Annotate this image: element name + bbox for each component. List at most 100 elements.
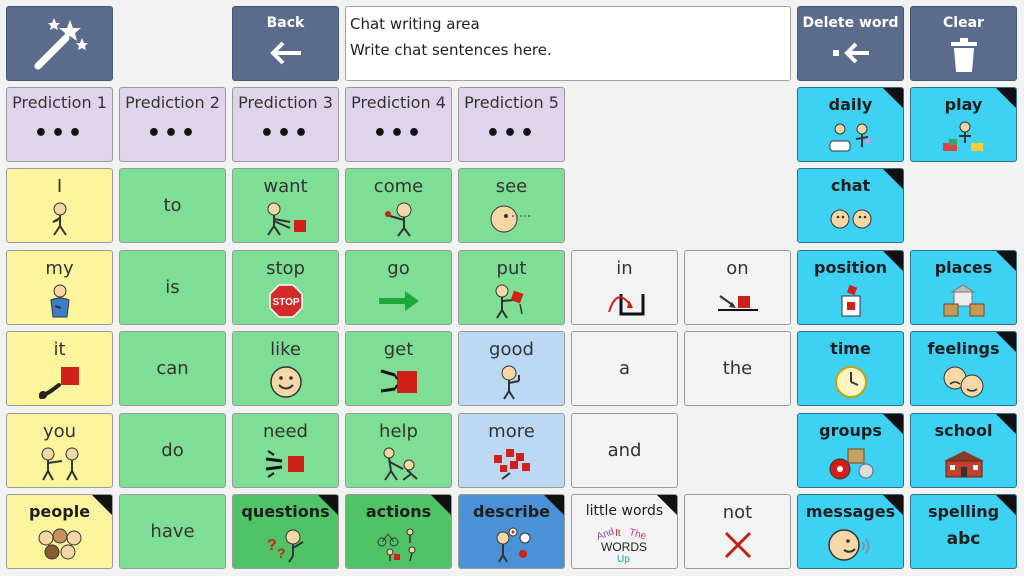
- word-my[interactable]: my: [6, 250, 113, 325]
- word-see[interactable]: see: [458, 168, 565, 243]
- category-feelings[interactable]: feelings: [910, 331, 1017, 406]
- see-icon: [490, 205, 532, 233]
- come-icon: [384, 202, 411, 237]
- smiley-face-icon: [269, 366, 302, 398]
- category-messages[interactable]: messages: [797, 494, 904, 569]
- clear-button[interactable]: Clear: [910, 6, 1017, 81]
- category-daily[interactable]: daily: [797, 87, 904, 162]
- word-need[interactable]: need: [232, 413, 339, 488]
- word-come[interactable]: come: [345, 168, 452, 243]
- describe-icon: [496, 527, 530, 563]
- prediction-1[interactable]: Prediction 1 •••: [6, 87, 113, 162]
- word-i[interactable]: I: [6, 168, 113, 243]
- category-label: school: [934, 421, 993, 440]
- folder-corner: [996, 251, 1016, 271]
- back-button[interactable]: Back: [232, 6, 339, 81]
- chat-area-hint: Write chat sentences here.: [350, 41, 552, 59]
- category-label: feelings: [927, 339, 1000, 358]
- word-more[interactable]: more: [458, 413, 565, 488]
- word-like[interactable]: like: [232, 331, 339, 406]
- help-icon: [383, 447, 418, 481]
- category-position[interactable]: position: [797, 250, 904, 325]
- word-put[interactable]: put: [458, 250, 565, 325]
- word-the[interactable]: the: [684, 331, 791, 406]
- category-spelling[interactable]: spelling abc: [910, 494, 1017, 569]
- word-stop[interactable]: stop STOP: [232, 250, 339, 325]
- category-label: messages: [805, 502, 896, 521]
- word-can[interactable]: can: [119, 331, 226, 406]
- word-not[interactable]: not: [684, 494, 791, 569]
- word-you[interactable]: you: [6, 413, 113, 488]
- category-groups[interactable]: groups: [797, 413, 904, 488]
- cross-icon: [724, 531, 751, 559]
- category-places[interactable]: places: [910, 250, 1017, 325]
- word-label: is: [165, 276, 180, 298]
- play-icon: [942, 121, 983, 151]
- category-label: position: [814, 258, 887, 277]
- folder-corner: [431, 495, 451, 515]
- folder-little-words[interactable]: little words And It The WORDS Up: [571, 494, 678, 569]
- category-play[interactable]: play: [910, 87, 1017, 162]
- arrow-right-icon: [378, 291, 419, 311]
- prediction-4[interactable]: Prediction 4 •••: [345, 87, 452, 162]
- folder-corner: [883, 251, 903, 271]
- folder-actions[interactable]: actions: [345, 494, 452, 569]
- school-building-icon: [943, 451, 984, 478]
- delete-word-button[interactable]: Delete word: [797, 6, 904, 81]
- word-it[interactable]: it: [6, 331, 113, 406]
- word-label: and: [607, 439, 642, 461]
- actions-icon: [377, 528, 415, 562]
- word-label: you: [42, 421, 77, 442]
- feelings-faces-icon: [943, 366, 983, 398]
- folder-describe[interactable]: describe: [458, 494, 565, 569]
- word-in[interactable]: in: [571, 250, 678, 325]
- word-label: more: [488, 421, 535, 442]
- category-label: time: [830, 339, 871, 358]
- category-school[interactable]: school: [910, 413, 1017, 488]
- word-help[interactable]: help: [345, 413, 452, 488]
- word-do[interactable]: do: [119, 413, 226, 488]
- folder-corner: [883, 414, 903, 434]
- word-want[interactable]: want: [232, 168, 339, 243]
- position-icon: [841, 284, 860, 317]
- word-get[interactable]: get: [345, 331, 452, 406]
- word-a[interactable]: a: [571, 331, 678, 406]
- category-label: chat: [830, 176, 871, 195]
- put-icon: [495, 284, 523, 319]
- folder-corner: [996, 332, 1016, 352]
- prediction-label: Prediction 1: [12, 93, 107, 112]
- category-time[interactable]: time: [797, 331, 904, 406]
- word-go[interactable]: go: [345, 250, 452, 325]
- folder-questions[interactable]: questions ? ?: [232, 494, 339, 569]
- word-label: on: [726, 258, 749, 279]
- in-icon: [607, 294, 644, 316]
- chat-writing-area[interactable]: Chat writing area Write chat sentences h…: [345, 6, 791, 81]
- word-to[interactable]: to: [119, 168, 226, 243]
- word-good[interactable]: good: [458, 331, 565, 406]
- groups-icon: [829, 448, 873, 480]
- magic-wand-button[interactable]: [6, 6, 113, 81]
- messages-face-icon: [827, 529, 869, 561]
- chat-area-title: Chat writing area: [350, 15, 480, 33]
- stop-sign-text: STOP: [272, 297, 299, 308]
- prediction-5[interactable]: Prediction 5 •••: [458, 87, 565, 162]
- word-and[interactable]: and: [571, 413, 678, 488]
- on-icon: [717, 295, 758, 311]
- svg-text:?: ?: [267, 537, 277, 554]
- prediction-3[interactable]: Prediction 3 •••: [232, 87, 339, 162]
- back-label: Back: [266, 15, 305, 31]
- places-icon: [943, 284, 984, 317]
- word-label: come: [373, 176, 424, 197]
- prediction-label: Prediction 3: [238, 93, 333, 112]
- folder-people[interactable]: people: [6, 494, 113, 569]
- folder-corner: [544, 495, 564, 515]
- prediction-2[interactable]: Prediction 2 •••: [119, 87, 226, 162]
- clock-icon: [834, 366, 867, 398]
- word-on[interactable]: on: [684, 250, 791, 325]
- category-chat[interactable]: chat: [797, 168, 904, 243]
- word-label: a: [618, 357, 631, 379]
- word-is[interactable]: is: [119, 250, 226, 325]
- word-label: I: [56, 176, 63, 197]
- word-label: want: [263, 176, 308, 197]
- word-have[interactable]: have: [119, 494, 226, 569]
